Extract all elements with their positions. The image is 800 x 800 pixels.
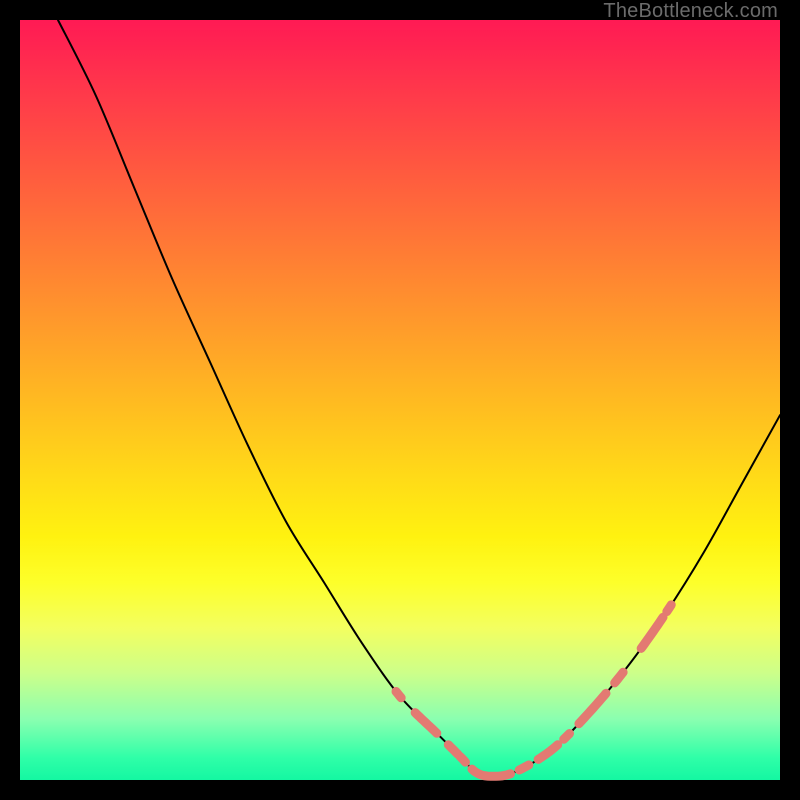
curve-layer <box>20 20 780 780</box>
highlight-dash <box>396 691 401 697</box>
highlight-dash <box>564 734 570 740</box>
highlight-dash <box>460 756 466 762</box>
chart-frame: TheBottleneck.com <box>0 0 800 800</box>
highlight-dash <box>667 605 671 612</box>
highlight-dash <box>538 745 558 760</box>
highlight-dash <box>519 765 529 770</box>
highlight-dashes <box>396 605 671 776</box>
plot-area <box>20 20 780 780</box>
bottleneck-curve <box>58 20 780 776</box>
highlight-dash <box>448 745 458 755</box>
highlight-dash <box>579 693 606 723</box>
highlight-dash <box>472 769 511 776</box>
highlight-dash <box>641 617 663 648</box>
highlight-dash <box>615 672 623 683</box>
highlight-dash <box>415 713 437 734</box>
